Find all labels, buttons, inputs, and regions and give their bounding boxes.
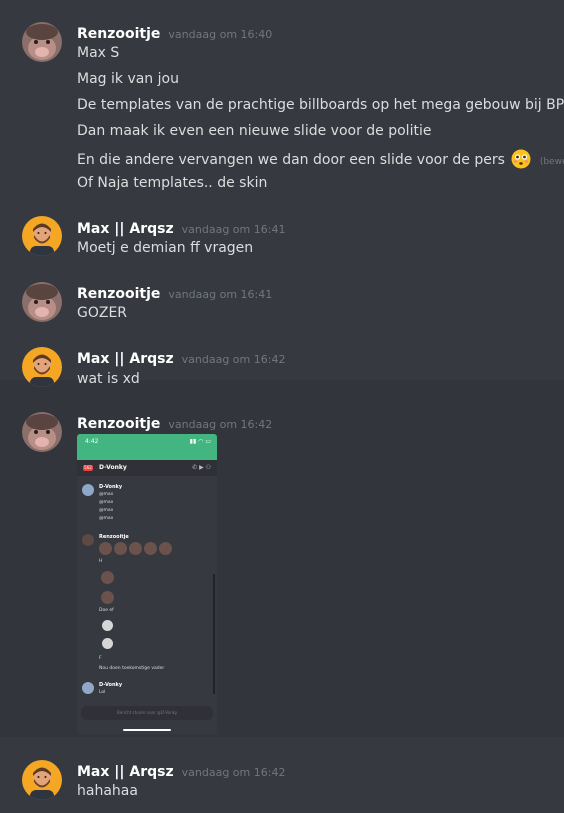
phone-clock: 4:42 [85,438,99,445]
message-text: wat is xd [77,371,140,387]
username[interactable]: Renzooitje [77,26,160,42]
call-video-members-icons: ✆ ▶ ⚇ [192,464,211,471]
flushed-face-emoji [511,149,531,173]
mole-emoji [159,542,172,555]
user-avatar [82,484,94,496]
user-avatar [82,534,94,546]
dm-header: 562 D-Vonky ✆ ▶ ⚇ [77,460,217,476]
entry-author: D-Vonky [99,682,123,688]
edited-label: (bewerkt) [539,157,564,167]
message-text-edited: En die andere vervangen we dan door een … [77,149,564,173]
mole-emoji [101,591,114,604]
message-text: De templates van de prachtige billboards… [77,97,564,113]
username[interactable]: Max || Arqsz [77,351,174,367]
unread-badge: 562 [83,465,93,471]
entry-line: Nou doen toekomstige vader [99,666,165,671]
username[interactable]: Renzooitje [77,416,160,432]
user-avatar [82,682,94,694]
bearded-man-avatar[interactable] [22,216,62,256]
mole-emoji [129,542,142,555]
mole-avatar[interactable] [22,412,62,452]
entry-line: @max [99,508,114,513]
input-placeholder: Bericht sturen naar @D-Vonky [117,710,178,715]
message-text: Max S [77,45,120,61]
entry-line: @max [99,492,114,497]
mole-emoji [144,542,157,555]
mole-avatar[interactable] [22,282,62,322]
username[interactable]: Renzooitje [77,286,160,302]
message-text: Dan maak ik even een nieuwe slide voor d… [77,123,432,139]
skull-emoji [102,638,113,649]
message-text: Of Naja templates.. de skin [77,175,268,191]
entry-line: F [99,656,102,661]
signal-wifi-battery-icon: ▮▮ ◠ ▭ [189,438,211,445]
entry-line: H [99,559,103,564]
mole-avatar[interactable] [22,22,62,62]
image-attachment[interactable]: 4:42 ▮▮ ◠ ▭ 562 D-Vonky ✆ ▶ ⚇ D-Vonky @m… [77,434,217,734]
message-text: Moetj e demian ff vragen [77,240,254,256]
skull-emoji [102,620,113,631]
username[interactable]: Max || Arqsz [77,764,174,780]
username[interactable]: Max || Arqsz [77,221,174,237]
entry-line: @max [99,516,114,521]
mole-emoji [101,571,114,584]
entry-line: @max [99,500,114,505]
entry-author: D-Vonky [99,484,123,490]
bearded-man-avatar[interactable] [22,347,62,387]
message-text: En die andere vervangen we dan door een … [77,152,505,168]
mole-emoji [114,542,127,555]
timestamp: vandaag om 16:41 [181,223,286,236]
timestamp: vandaag om 16:42 [181,353,286,366]
dm-channel-name: D-Vonky [99,464,127,471]
timestamp: vandaag om 16:42 [168,418,273,431]
mole-emoji [99,542,112,555]
message-text: GOZER [77,305,128,321]
entry-line: Doe ef [99,608,114,613]
timestamp: vandaag om 16:42 [181,766,286,779]
timestamp: vandaag om 16:40 [168,28,273,41]
message-text: hahahaa [77,783,138,799]
message-text: Mag ik van jou [77,71,179,87]
home-indicator [123,729,171,731]
message-input: Bericht sturen naar @D-Vonky [81,706,213,720]
timestamp: vandaag om 16:41 [168,288,273,301]
bearded-man-avatar[interactable] [22,760,62,800]
scrollbar [213,574,215,694]
entry-author: Renzooitje [99,534,129,540]
entry-line: Lol [99,690,106,695]
